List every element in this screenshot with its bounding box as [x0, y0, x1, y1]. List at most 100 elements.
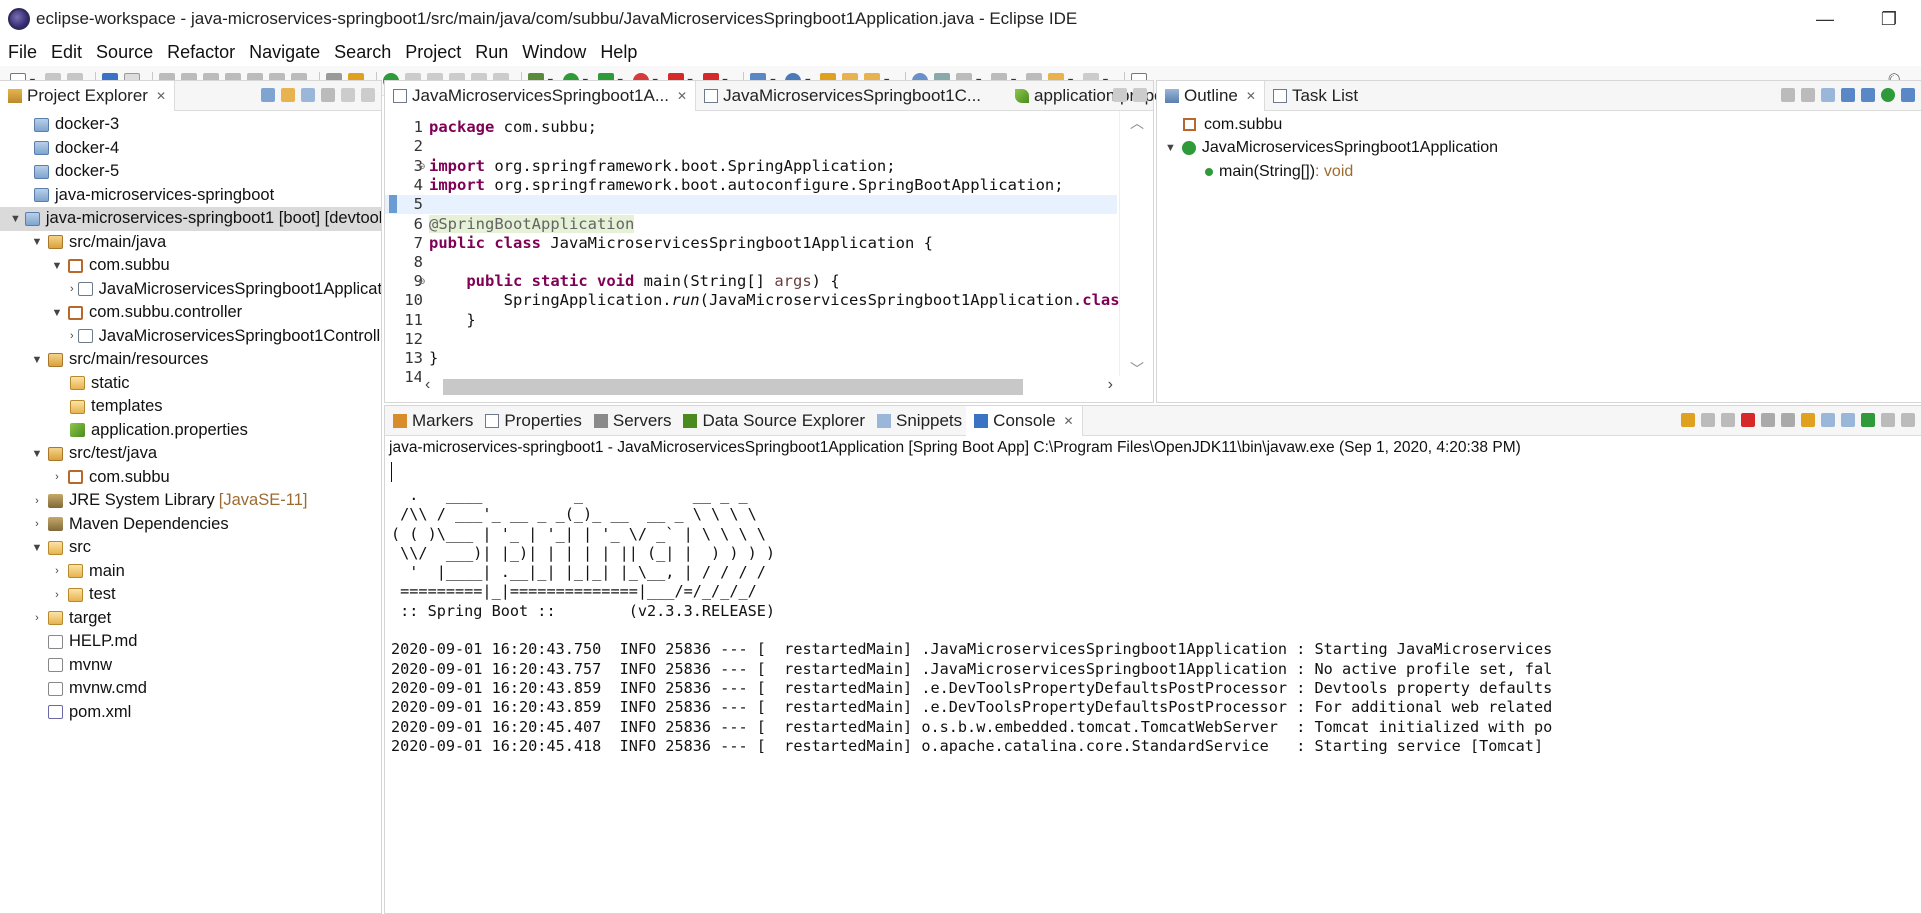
- tab-project-explorer[interactable]: Project Explorer ✕: [0, 80, 175, 111]
- expand-arrow-icon[interactable]: ›: [30, 518, 44, 530]
- display-console-icon[interactable]: [1881, 413, 1895, 427]
- tree-item-test-com-subbu[interactable]: › com.subbu: [0, 466, 381, 490]
- sort-icon[interactable]: [1821, 88, 1835, 102]
- expand-arrow-icon[interactable]: ▼: [30, 542, 44, 554]
- expand-arrow-icon[interactable]: ▼: [30, 236, 44, 248]
- menu-navigate[interactable]: Navigate: [249, 42, 320, 63]
- tree-item-templates[interactable]: templates: [0, 395, 381, 419]
- open-console-icon[interactable]: [1901, 413, 1915, 427]
- expand-arrow-icon[interactable]: ›: [50, 589, 64, 601]
- expand-arrow-icon[interactable]: ›: [70, 330, 74, 342]
- expand-arrow-icon[interactable]: ▼: [30, 448, 44, 460]
- tree-item-controller-java[interactable]: › JavaMicroservicesSpringboot1Controller.: [0, 325, 381, 349]
- menu-file[interactable]: File: [8, 42, 37, 63]
- tree-item-com-subbu[interactable]: ▼ com.subbu: [0, 254, 381, 278]
- menu-search[interactable]: Search: [334, 42, 391, 63]
- tree-item-java-microservices-springboot1[interactable]: ▼ java-microservices-springboot1 [boot] […: [0, 207, 381, 231]
- tree-item-docker-3[interactable]: docker-3: [0, 113, 381, 137]
- tree-item-application-java[interactable]: › JavaMicroservicesSpringboot1Application: [0, 278, 381, 302]
- scroll-left-icon[interactable]: ‹: [425, 376, 430, 394]
- hide-fields-icon[interactable]: [1841, 88, 1855, 102]
- spring-boot-stop-icon[interactable]: [1681, 413, 1695, 427]
- tree-item-docker-4[interactable]: docker-4: [0, 137, 381, 161]
- console-output[interactable]: . ____ _ __ _ _ /\\ / ___'_ __ _ _(_)_ _…: [391, 486, 1921, 756]
- tab-data-source-explorer[interactable]: Data Source Explorer: [675, 406, 869, 436]
- minimize-view-icon[interactable]: [341, 88, 355, 102]
- tab-application-java[interactable]: JavaMicroservicesSpringboot1A... ✕: [385, 80, 697, 111]
- clear-console-icon[interactable]: [1781, 413, 1795, 427]
- close-icon[interactable]: ✕: [677, 89, 687, 103]
- tree-item-main[interactable]: › main: [0, 560, 381, 584]
- fold-toggle-icon[interactable]: ⊖: [418, 276, 426, 287]
- tree-item-static[interactable]: static: [0, 372, 381, 396]
- tree-item-jre-system-library[interactable]: › JRE System Library [JavaSE-11]: [0, 489, 381, 513]
- tab-controller-java[interactable]: JavaMicroservicesSpringboot1C...: [696, 81, 989, 111]
- menu-run[interactable]: Run: [475, 42, 508, 63]
- close-icon[interactable]: ✕: [156, 89, 166, 103]
- minimize-view-icon[interactable]: [1113, 88, 1127, 102]
- outline-package[interactable]: com.subbu: [1157, 113, 1921, 137]
- restore-button[interactable]: ❐: [1857, 0, 1921, 38]
- tree-item-src[interactable]: ▼ src: [0, 536, 381, 560]
- show-on-error-icon[interactable]: [1841, 413, 1855, 427]
- minimize-button[interactable]: —: [1793, 0, 1857, 38]
- tab-snippets[interactable]: Snippets: [869, 406, 966, 436]
- editor-horizontal-scrollbar[interactable]: ‹ ›: [421, 376, 1119, 398]
- menu-refactor[interactable]: Refactor: [167, 42, 235, 63]
- expand-arrow-icon[interactable]: ›: [50, 565, 64, 577]
- scroll-down-icon[interactable]: ﹀: [1130, 359, 1144, 379]
- scroll-lock-icon[interactable]: [1761, 413, 1775, 427]
- tree-item-mvnw-cmd[interactable]: mvnw.cmd: [0, 677, 381, 701]
- menu-help[interactable]: Help: [600, 42, 637, 63]
- close-icon[interactable]: ✕: [1064, 414, 1074, 428]
- collapse-all-icon[interactable]: [1801, 88, 1815, 102]
- remove-all-terminated-icon[interactable]: [1721, 413, 1735, 427]
- expand-arrow-icon[interactable]: ▼: [50, 260, 64, 272]
- tab-markers[interactable]: Markers: [385, 406, 477, 436]
- maximize-view-icon[interactable]: [361, 88, 375, 102]
- focus-icon[interactable]: [1781, 88, 1795, 102]
- show-on-output-icon[interactable]: [1821, 413, 1835, 427]
- scroll-up-icon[interactable]: ︿: [1130, 113, 1144, 133]
- tree-item-docker-5[interactable]: docker-5: [0, 160, 381, 184]
- maximize-view-icon[interactable]: [1133, 88, 1147, 102]
- scrollbar-thumb[interactable]: [443, 379, 1023, 395]
- tree-item-com-subbu-controller[interactable]: ▼ com.subbu.controller: [0, 301, 381, 325]
- tab-properties[interactable]: Properties: [477, 406, 585, 436]
- terminate-icon[interactable]: [1741, 413, 1755, 427]
- word-wrap-icon[interactable]: [1801, 413, 1815, 427]
- code-editor[interactable]: 1 2 3 4 5 6 7 8 9 10 11 12 13 14 ⊖ ⊖ pac…: [385, 111, 1153, 402]
- expand-arrow-icon[interactable]: ▼: [1165, 142, 1176, 154]
- scroll-right-icon[interactable]: ›: [1108, 376, 1113, 394]
- expand-arrow-icon[interactable]: ›: [30, 495, 44, 507]
- expand-arrow-icon[interactable]: ›: [30, 612, 44, 624]
- pin-console-icon[interactable]: [1861, 413, 1875, 427]
- view-menu-icon[interactable]: [321, 88, 335, 102]
- link-with-editor-icon[interactable]: [281, 88, 295, 102]
- tree-item-src-main-java[interactable]: ▼ src/main/java: [0, 231, 381, 255]
- tree-item-help-md[interactable]: HELP.md: [0, 630, 381, 654]
- hide-static-icon[interactable]: [1861, 88, 1875, 102]
- tab-console[interactable]: Console ✕: [966, 405, 1083, 436]
- outline-method[interactable]: main(String[]) : void: [1157, 160, 1921, 184]
- close-icon[interactable]: ✕: [1246, 89, 1256, 103]
- outline-class[interactable]: ▼ JavaMicroservicesSpringboot1Applicatio…: [1157, 137, 1921, 161]
- tree-item-pom-xml[interactable]: pom.xml: [0, 701, 381, 725]
- collapse-all-icon[interactable]: [261, 88, 275, 102]
- menu-edit[interactable]: Edit: [51, 42, 82, 63]
- tree-item-application-properties[interactable]: application.properties: [0, 419, 381, 443]
- hide-non-public-icon[interactable]: [1881, 88, 1895, 102]
- expand-arrow-icon[interactable]: ›: [50, 471, 64, 483]
- menu-source[interactable]: Source: [96, 42, 153, 63]
- tree-item-target[interactable]: › target: [0, 607, 381, 631]
- expand-arrow-icon[interactable]: ▼: [10, 213, 21, 225]
- tab-outline[interactable]: Outline ✕: [1157, 80, 1265, 111]
- remove-launch-icon[interactable]: [1701, 413, 1715, 427]
- tab-servers[interactable]: Servers: [586, 406, 676, 436]
- fold-toggle-icon[interactable]: ⊖: [418, 161, 426, 172]
- hide-local-types-icon[interactable]: [1901, 88, 1915, 102]
- tree-item-test[interactable]: › test: [0, 583, 381, 607]
- menu-window[interactable]: Window: [522, 42, 586, 63]
- menu-project[interactable]: Project: [405, 42, 461, 63]
- tree-item-maven-dependencies[interactable]: › Maven Dependencies: [0, 513, 381, 537]
